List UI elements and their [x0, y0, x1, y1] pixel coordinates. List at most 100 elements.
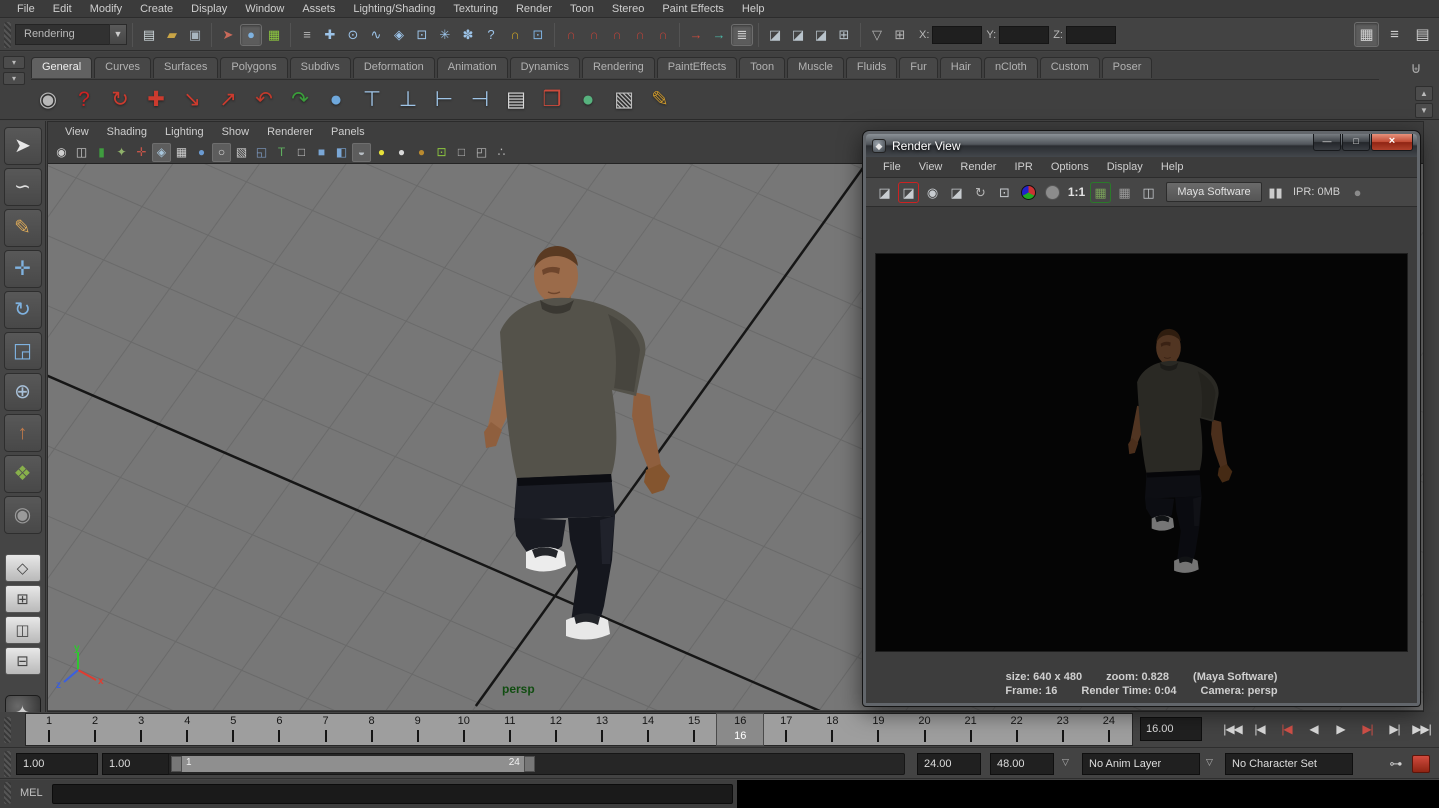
set-key-icon[interactable]: ⊶	[1386, 754, 1406, 774]
frame-cell[interactable]: 15	[671, 714, 717, 745]
delete-unused-icon[interactable]: ●	[319, 83, 353, 117]
playback-end-field[interactable]	[917, 753, 981, 775]
play-forwards-button[interactable]: ▶	[1328, 715, 1353, 743]
lasso-select-tool[interactable]: ∽	[4, 168, 42, 206]
redo-previous-render-icon[interactable]: ◪	[898, 182, 919, 203]
render-view-menu-item[interactable]: Options	[1042, 161, 1098, 173]
frame-cell[interactable]: 2	[72, 714, 118, 745]
mask-curves-icon[interactable]: ∿	[365, 24, 387, 46]
shelf-tab-menu-icon[interactable]: ▾	[3, 56, 25, 69]
frame-cell[interactable]: 7	[302, 714, 348, 745]
isolate-select-icon[interactable]: ⊡	[432, 143, 451, 162]
render-view-menu-item[interactable]: File	[874, 161, 910, 173]
menu-item[interactable]: Modify	[81, 0, 131, 18]
frame-cell[interactable]: 8	[349, 714, 395, 745]
shelf-tab[interactable]: Hair	[940, 57, 982, 78]
hierarchy-down-icon[interactable]: ⊥	[391, 83, 425, 117]
render-view-menu-item[interactable]: IPR	[1005, 161, 1041, 173]
minimize-button[interactable]: —	[1313, 134, 1341, 151]
lock-selection-icon[interactable]: ∩	[504, 24, 526, 46]
go-to-start-button[interactable]: |◀◀	[1220, 715, 1245, 743]
render-settings-icon[interactable]: ⊞	[833, 24, 855, 46]
mask-rendering-icon[interactable]: ✽	[457, 24, 479, 46]
open-render-settings-icon[interactable]: ◫	[1138, 182, 1159, 203]
safe-title-icon[interactable]: T	[272, 143, 291, 162]
menu-item[interactable]: Edit	[44, 0, 81, 18]
redo-icon[interactable]: ↷	[283, 83, 317, 117]
menu-item[interactable]: Paint Effects	[653, 0, 733, 18]
soft-modification-tool[interactable]: ↑	[4, 414, 42, 452]
wireframe-icon[interactable]: □	[292, 143, 311, 162]
frame-cell[interactable]: 12	[533, 714, 579, 745]
snapshot-icon[interactable]: ◉	[922, 182, 943, 203]
character-set-select[interactable]: No Character Set	[1225, 753, 1353, 775]
select-component-icon[interactable]: ▦	[263, 24, 285, 46]
pause-ipr-icon[interactable]: ▮▮	[1265, 182, 1286, 203]
input-connection-icon[interactable]: →	[685, 24, 707, 46]
menu-item[interactable]: Help	[733, 0, 774, 18]
shelf-tab[interactable]: Rendering	[582, 57, 655, 78]
new-scene-icon[interactable]: ▤	[138, 24, 160, 46]
film-gate-icon[interactable]: ▦	[172, 143, 191, 162]
frame-cell[interactable]: 21	[948, 714, 994, 745]
shelf-tab[interactable]: Curves	[94, 57, 151, 78]
playblast-icon[interactable]: ◉	[31, 83, 65, 117]
camera-zoom-icon[interactable]: ↗	[211, 83, 245, 117]
layout-graph-persp[interactable]: ⊟	[5, 647, 41, 675]
menu-set-selector[interactable]: Rendering ▼	[15, 24, 127, 45]
menu-item[interactable]: Create	[131, 0, 182, 18]
frame-cell[interactable]: 11	[487, 714, 533, 745]
shelf-tab[interactable]: Muscle	[787, 57, 844, 78]
mask-dynamics-icon[interactable]: ✳	[434, 24, 456, 46]
flat-shade-icon[interactable]: ◧	[332, 143, 351, 162]
rgb-channels-icon[interactable]	[1018, 182, 1039, 203]
frame-cell[interactable]: 5	[210, 714, 256, 745]
open-scene-icon[interactable]: ▰	[161, 24, 183, 46]
frame-ruler[interactable]: 1234567891011121314151616171819202122232…	[25, 713, 1133, 746]
render-view-menu-item[interactable]: Display	[1098, 161, 1152, 173]
menu-item[interactable]: Toon	[561, 0, 603, 18]
paint-select-tool[interactable]: ✎	[4, 209, 42, 247]
camera-attributes-icon[interactable]: ◫	[72, 143, 91, 162]
lighting-default-icon[interactable]: ●	[392, 143, 411, 162]
render-view-menu-item[interactable]: Render	[951, 161, 1005, 173]
frame-cell[interactable]: 6	[256, 714, 302, 745]
ipr-render-icon[interactable]: ◪	[810, 24, 832, 46]
chevron-down-icon[interactable]: ▼	[109, 24, 127, 45]
menu-item[interactable]: Window	[236, 0, 293, 18]
image-plane-icon[interactable]: ✦	[112, 143, 131, 162]
chevron-down-icon[interactable]: ▽	[1062, 757, 1069, 768]
panel-menu-item[interactable]: Shading	[98, 126, 156, 138]
frame-cell[interactable]: 9	[395, 714, 441, 745]
character-model[interactable]	[484, 246, 670, 640]
shelf-tab[interactable]: Dynamics	[510, 57, 580, 78]
frame-cell[interactable]: 19	[855, 714, 901, 745]
selection-mask-menu-icon[interactable]: ≡	[296, 24, 318, 46]
shadows-icon[interactable]: ●	[412, 143, 431, 162]
go-to-end-button[interactable]: ▶▶|	[1409, 715, 1434, 743]
frame-cell[interactable]: 20	[901, 714, 947, 745]
mask-misc-icon[interactable]: ?	[480, 24, 502, 46]
time-slider-grip[interactable]	[4, 717, 11, 743]
hierarchy-up-icon[interactable]: ⊤	[355, 83, 389, 117]
shelf-tab[interactable]: Animation	[437, 57, 508, 78]
menu-item[interactable]: Stereo	[603, 0, 653, 18]
undo-icon[interactable]: ↶	[247, 83, 281, 117]
shelf-menu-icon[interactable]: ▾	[3, 72, 25, 85]
animation-end-field[interactable]	[990, 753, 1054, 775]
textured-icon[interactable]: ◒	[352, 143, 371, 162]
shelf-tab[interactable]: Surfaces	[153, 57, 218, 78]
shelf-tab[interactable]: Toon	[739, 57, 785, 78]
coordinate-input[interactable]	[1066, 26, 1116, 44]
output-connection-icon[interactable]: →	[708, 24, 730, 46]
render-view-title-bar[interactable]: ◆ Render View — □ ×	[866, 134, 1417, 157]
render-view-menu-item[interactable]: View	[910, 161, 952, 173]
menu-item[interactable]: Display	[182, 0, 236, 18]
xray-joints-icon[interactable]: ◰	[472, 143, 491, 162]
frame-cell[interactable]: 1616	[717, 714, 763, 745]
attribute-editor-icon[interactable]: ▦	[1354, 22, 1379, 47]
mask-deformations-icon[interactable]: ⊡	[411, 24, 433, 46]
panel-menu-item[interactable]: Panels	[322, 126, 374, 138]
shelf-tab[interactable]: Fluids	[846, 57, 897, 78]
shelf-scroll-up-icon[interactable]: ▲	[1415, 86, 1433, 101]
